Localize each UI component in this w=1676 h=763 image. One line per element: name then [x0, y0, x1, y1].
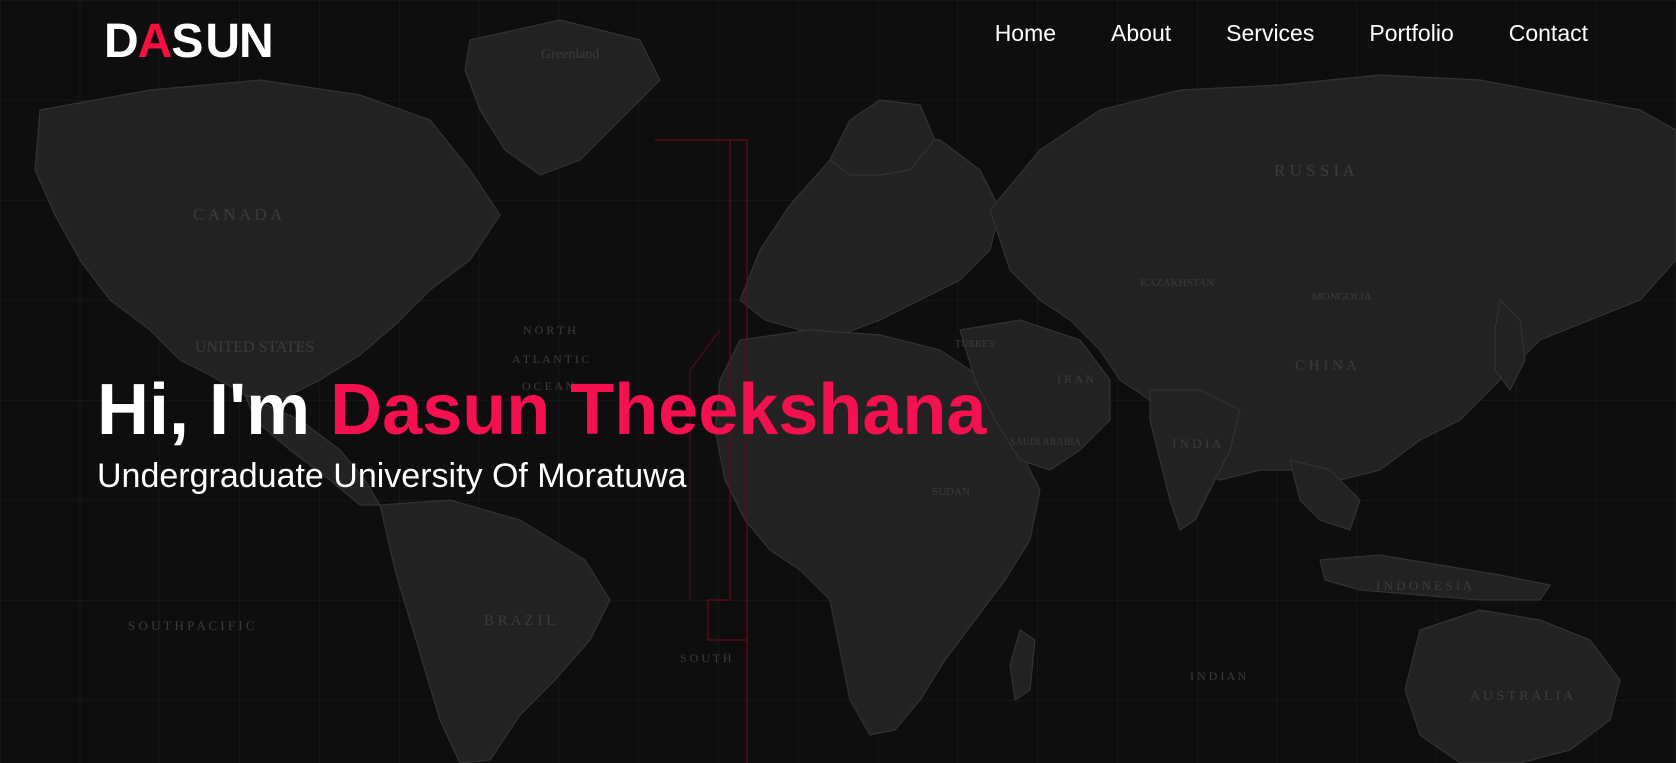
- nav-contact[interactable]: Contact: [1509, 18, 1588, 48]
- nav-home[interactable]: Home: [995, 18, 1056, 48]
- hero-section: Greenland C A N A D A UNITED STATES R U …: [0, 0, 1676, 763]
- logo-letter-d: D: [104, 15, 139, 68]
- logo-letter-n: N: [239, 15, 274, 68]
- hero-name: Dasun Theekshana: [330, 370, 987, 450]
- logo-letter-a: A: [137, 15, 173, 68]
- site-logo[interactable]: D A S U N: [104, 15, 274, 68]
- hero-headline: Hi, I'm Dasun Theekshana: [97, 370, 986, 450]
- hero-greeting: Hi, I'm: [97, 370, 311, 450]
- nav-services[interactable]: Services: [1226, 18, 1314, 48]
- nav-portfolio[interactable]: Portfolio: [1369, 18, 1453, 48]
- logo-letter-s: S: [171, 15, 203, 68]
- hero-subtitle: Undergraduate University Of Moratuwa: [97, 457, 687, 495]
- nav-about[interactable]: About: [1111, 18, 1171, 48]
- logo-letter-u: U: [205, 15, 240, 68]
- main-nav: Home About Services Portfolio Contact: [995, 18, 1588, 48]
